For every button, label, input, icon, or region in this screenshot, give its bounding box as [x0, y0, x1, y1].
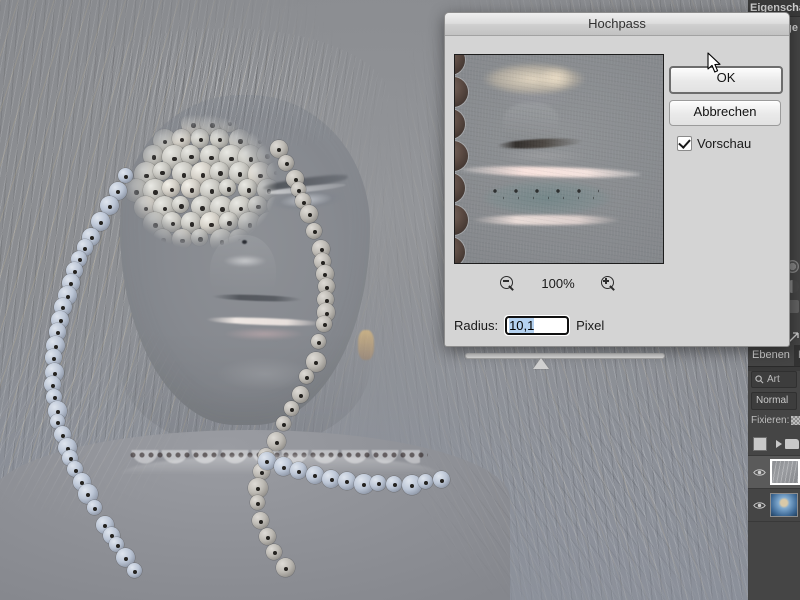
radius-label: Radius:	[454, 318, 498, 333]
photoshop-window: Eigenschaf Ebenen K Art	[0, 0, 800, 600]
highpass-layer-row[interactable]	[748, 456, 800, 489]
chevron-right-icon[interactable]	[776, 440, 782, 448]
radius-slider-track[interactable]	[465, 353, 665, 359]
pearl-cluster-over-eye	[120, 110, 280, 260]
radius-slider[interactable]	[465, 351, 665, 369]
layers-panel-tabs: Ebenen K	[748, 345, 800, 367]
ok-button[interactable]: OK	[669, 66, 783, 94]
highpass-thumbnail[interactable]	[770, 459, 800, 485]
tab-kanaele[interactable]: K	[794, 345, 800, 366]
eye-icon	[753, 468, 766, 477]
search-icon	[755, 375, 764, 384]
preview-checkbox[interactable]	[677, 136, 692, 151]
radius-row: Radius: Pixel	[454, 314, 604, 336]
group-checkbox[interactable]	[753, 437, 767, 451]
fabric-strands-right	[420, 390, 748, 600]
zoom-level: 100%	[541, 276, 574, 291]
zoom-out-icon[interactable]	[500, 276, 515, 291]
preview-checkbox-row[interactable]: Vorschau	[677, 136, 751, 151]
dialog-titlebar[interactable]: Hochpass	[445, 13, 789, 36]
layer-list	[748, 432, 800, 522]
eye-icon	[753, 501, 766, 510]
layer-filter-row[interactable]: Art	[751, 371, 797, 388]
tab-ebenen[interactable]: Ebenen	[748, 345, 794, 366]
cancel-button[interactable]: Abbrechen	[669, 100, 781, 126]
lock-label: Fixieren:	[751, 415, 789, 426]
layers-panel: Ebenen K Art Normal Fixieren:	[748, 345, 800, 600]
layer-filter-label: Art	[767, 374, 780, 385]
layer-visibility-toggle[interactable]	[748, 501, 770, 510]
radius-unit: Pixel	[576, 318, 604, 333]
dialog-body: 100% Radius: Pixel OK Abbrechen Vorschau	[445, 36, 789, 346]
preview-skin-noise	[455, 55, 663, 263]
lock-row: Fixieren:	[751, 415, 800, 426]
preview-zoom-controls: 100%	[454, 272, 662, 294]
hochpass-dialog: Hochpass 100% Radius: 10,1 Pixel OK Abbr…	[444, 12, 790, 347]
layer-group-row[interactable]	[748, 432, 800, 456]
transparency-lock-icon[interactable]	[791, 416, 800, 425]
blend-mode-select[interactable]: Normal	[751, 392, 797, 410]
filter-preview[interactable]	[454, 54, 664, 264]
radius-slider-thumb[interactable]	[533, 358, 549, 369]
radius-input[interactable]	[505, 316, 569, 335]
background-photo-layer-row[interactable]	[748, 489, 800, 522]
preview-checkbox-label: Vorschau	[697, 136, 751, 151]
folder-icon	[785, 439, 799, 449]
layer-visibility-toggle[interactable]	[748, 468, 770, 477]
fabric-strands-left	[0, 330, 230, 530]
preview-pearls	[454, 54, 477, 264]
zoom-in-icon[interactable]	[601, 276, 616, 291]
layers-panel-body: Art Normal Fixieren:	[748, 371, 800, 600]
portrait-thumbnail[interactable]	[770, 493, 798, 517]
